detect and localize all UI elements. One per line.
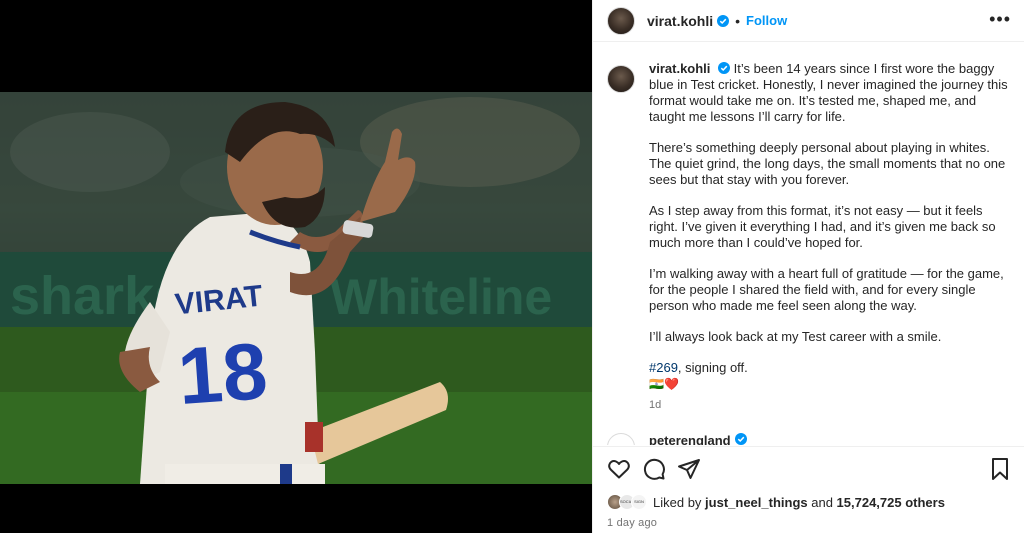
instagram-post: sharks Whiteline VIRAT 18 virat.kohli • … bbox=[0, 0, 1024, 533]
caption: virat.kohli It’s been 14 years since I f… bbox=[607, 61, 1009, 413]
likes-text: Liked by just_neel_things and 15,724,725… bbox=[653, 495, 945, 510]
action-icons bbox=[607, 447, 1024, 491]
caption-avatar[interactable] bbox=[607, 65, 635, 93]
like-heart-icon[interactable] bbox=[607, 457, 631, 481]
post-photo[interactable]: sharks Whiteline VIRAT 18 bbox=[0, 92, 592, 484]
caption-age: 1d bbox=[649, 399, 662, 411]
post-sidebar: virat.kohli • Follow ••• virat.kohli It’… bbox=[592, 0, 1024, 533]
hashtag-link[interactable]: #269 bbox=[649, 360, 678, 375]
likes-middle: and bbox=[807, 494, 837, 510]
caption-paragraph-1: virat.kohli It’s been 14 years since I f… bbox=[649, 61, 1009, 125]
post-timestamp[interactable]: 1 day ago bbox=[607, 517, 1024, 529]
caption-paragraph-3: As I step away from this format, it’s no… bbox=[649, 203, 996, 250]
more-options-icon[interactable]: ••• bbox=[989, 10, 1011, 28]
caption-paragraph-4: I’m walking away with a heart full of gr… bbox=[649, 266, 1004, 313]
comment-avatar[interactable] bbox=[607, 433, 635, 445]
comment-item: peterengland bbox=[607, 433, 1009, 445]
header-username[interactable]: virat.kohli bbox=[647, 13, 713, 29]
likes-prefix: Liked by bbox=[653, 494, 706, 510]
separator-dot: • bbox=[735, 12, 741, 29]
caption-paragraph-6: #269, signing off. bbox=[649, 360, 1009, 376]
likes-row: SOCIAL SIGN Liked by just_neel_things an… bbox=[607, 491, 1024, 513]
liker-avatar[interactable]: SIGN bbox=[631, 494, 647, 510]
comment-username[interactable]: peterengland bbox=[649, 433, 731, 445]
follow-button[interactable]: Follow bbox=[746, 13, 787, 28]
post-header: virat.kohli • Follow ••• bbox=[593, 0, 1024, 42]
comment-icon[interactable] bbox=[642, 457, 666, 481]
action-bar: SOCIAL SIGN Liked by just_neel_things an… bbox=[593, 446, 1024, 533]
likes-count[interactable]: 15,724,725 others bbox=[837, 495, 945, 510]
photo-illustration: sharks Whiteline VIRAT 18 bbox=[0, 92, 592, 484]
comments-section[interactable]: virat.kohli It’s been 14 years since I f… bbox=[593, 43, 1024, 445]
verified-badge-icon bbox=[717, 14, 730, 27]
signoff-text: , signing off. bbox=[677, 360, 748, 375]
svg-text:Whiteline: Whiteline bbox=[330, 269, 552, 325]
caption-username[interactable]: virat.kohli bbox=[649, 61, 710, 76]
bookmark-icon[interactable] bbox=[989, 457, 1011, 481]
caption-paragraph-5: I’ll always look back at my Test career … bbox=[649, 329, 942, 344]
verified-badge-icon bbox=[718, 62, 731, 74]
caption-paragraph-2: There’s something deeply personal about … bbox=[649, 140, 1006, 187]
verified-badge-icon bbox=[734, 433, 747, 445]
post-media[interactable]: sharks Whiteline VIRAT 18 bbox=[0, 0, 592, 533]
avatar[interactable] bbox=[607, 6, 635, 35]
caption-body: virat.kohli It’s been 14 years since I f… bbox=[649, 61, 1009, 413]
share-icon[interactable] bbox=[677, 457, 701, 481]
liked-by-user[interactable]: just_neel_things bbox=[705, 495, 808, 510]
jersey-number: 18 bbox=[175, 326, 270, 421]
emoji-row: 🇮🇳❤️ bbox=[649, 377, 679, 391]
